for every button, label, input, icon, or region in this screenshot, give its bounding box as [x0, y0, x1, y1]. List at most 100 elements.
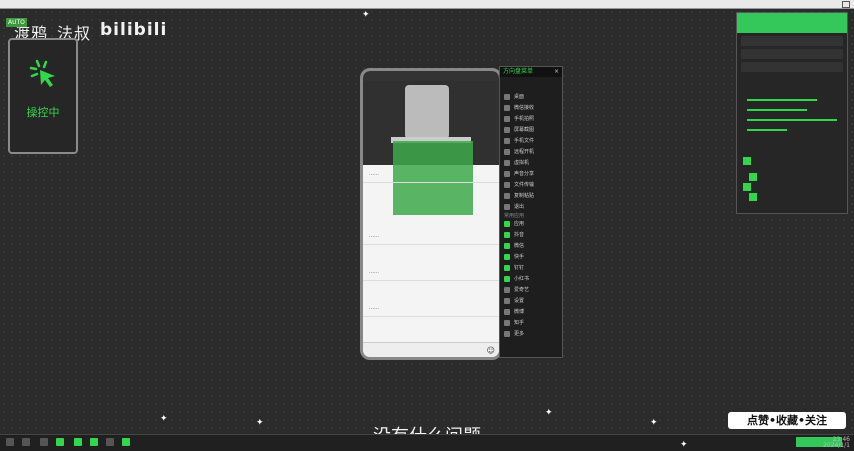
app-icon	[504, 286, 510, 293]
menu-item-label: 退出	[514, 204, 525, 210]
taskbar-app-icon[interactable]	[106, 438, 114, 446]
menu-item[interactable]: 微信接收	[500, 102, 562, 113]
taskbar: 23:46 2024/1/1	[0, 434, 854, 451]
app-icon	[504, 242, 510, 249]
app-item[interactable]: 快手	[500, 251, 562, 262]
settings-row[interactable]	[741, 49, 843, 59]
menu-icon	[504, 159, 510, 166]
side-menu-title: 方向盘菜单 ×	[500, 67, 562, 77]
slider-track[interactable]	[747, 129, 787, 131]
phone-status-bar	[363, 71, 499, 81]
checkbox[interactable]	[743, 157, 751, 165]
app-item[interactable]: 抖音	[500, 229, 562, 240]
close-icon[interactable]: ×	[554, 67, 559, 77]
settings-panel[interactable]	[736, 12, 848, 214]
phone-screen[interactable]: …… …… …… …… ☺	[360, 68, 502, 360]
taskbar-app-icon[interactable]	[40, 438, 48, 446]
menu-icon	[504, 93, 510, 100]
menu-item-label: 手机文件	[514, 138, 535, 144]
like-collect-follow-banner: 点赞•收藏•关注	[728, 412, 846, 429]
window-maximize-button[interactable]	[842, 1, 850, 8]
menu-item[interactable]: 手机文件	[500, 135, 562, 146]
start-icon[interactable]	[6, 438, 14, 446]
settings-row[interactable]	[741, 36, 843, 46]
color-swatch[interactable]	[749, 193, 757, 201]
taskbar-app-icon[interactable]	[122, 438, 130, 446]
taskbar-app-icon[interactable]	[56, 438, 64, 446]
menu-item[interactable]: 文件传输	[500, 179, 562, 190]
video-thumbnail	[405, 85, 449, 139]
menu-item-label: 声音分享	[514, 171, 535, 177]
comment-list[interactable]: …… …… …… ……	[363, 167, 499, 317]
app-label: 更多	[514, 331, 525, 337]
app-item[interactable]: 微信	[500, 240, 562, 251]
taskbar-app-icon[interactable]	[74, 438, 82, 446]
app-label: 微信	[514, 243, 525, 249]
color-swatch[interactable]	[749, 173, 757, 181]
app-item[interactable]: 小红书	[500, 273, 562, 284]
menu-item[interactable]: 声音分享	[500, 168, 562, 179]
app-label: 钉钉	[514, 265, 525, 271]
menu-item[interactable]: 远程开机	[500, 146, 562, 157]
menu-item[interactable]: 退出	[500, 201, 562, 212]
side-menu-title-text: 方向盘菜单	[503, 68, 534, 75]
menu-item[interactable]: 虚拟机	[500, 157, 562, 168]
cursor-click-icon	[29, 59, 55, 87]
menu-icon	[504, 203, 510, 210]
app-icon	[504, 297, 510, 304]
app-item[interactable]: 钉钉	[500, 262, 562, 273]
app-label: 爱奇艺	[514, 287, 530, 293]
menu-item[interactable]: 手机拍照	[500, 113, 562, 124]
search-icon[interactable]	[22, 438, 30, 446]
app-label: 知乎	[514, 320, 525, 326]
app-item[interactable]: 应用	[500, 218, 562, 229]
menu-icon	[504, 148, 510, 155]
menu-item[interactable]: 屏幕截图	[500, 124, 562, 135]
comment-input-bar[interactable]: ☺	[363, 342, 499, 357]
app-item[interactable]: 知乎	[500, 317, 562, 328]
slider-track[interactable]	[747, 109, 807, 111]
slider-track[interactable]	[747, 99, 817, 101]
control-panel[interactable]: AUTO 操控中	[6, 18, 78, 154]
app-item[interactable]: 微博	[500, 306, 562, 317]
clock-date: 2024/1/1	[823, 442, 850, 449]
menu-item[interactable]: 复制粘贴	[500, 190, 562, 201]
menu-item-label: 虚拟机	[514, 160, 530, 166]
app-label: 抖音	[514, 232, 525, 238]
comment-item[interactable]: ……	[363, 301, 499, 317]
comment-item[interactable]: ……	[363, 167, 499, 183]
sparkle-icon: ✦	[650, 418, 658, 428]
app-item[interactable]: 设置	[500, 295, 562, 306]
bilibili-logo: bilibili	[100, 20, 168, 40]
sparkle-icon: ✦	[256, 418, 264, 428]
sparkle-icon: ✦	[362, 10, 370, 20]
app-label: 设置	[514, 298, 525, 304]
settings-row[interactable]	[741, 62, 843, 72]
system-clock: 23:46 2024/1/1	[823, 437, 850, 449]
side-menu-panel[interactable]: 方向盘菜单 × 桌面 微信接收 手机拍照 屏幕截图 手机文件 远程开机 虚拟机 …	[499, 66, 563, 358]
menu-item-label: 文件传输	[514, 182, 535, 188]
app-icon	[504, 275, 510, 282]
emoji-icon[interactable]: ☺	[487, 346, 495, 355]
slider-track[interactable]	[747, 119, 837, 121]
taskbar-app-icon[interactable]	[90, 438, 98, 446]
settings-header	[737, 13, 847, 33]
checkbox[interactable]	[743, 183, 751, 191]
app-icon	[504, 264, 510, 271]
app-icon	[504, 253, 510, 260]
window-title-bar	[0, 0, 854, 9]
comment-item[interactable]: ……	[363, 229, 499, 245]
menu-item[interactable]: 桌面	[500, 91, 562, 102]
menu-item-label: 屏幕截图	[514, 127, 535, 133]
app-icon	[504, 319, 510, 326]
comment-item[interactable]: ……	[363, 265, 499, 281]
auto-badge: AUTO	[6, 18, 27, 27]
control-status: 操控中	[26, 106, 60, 119]
app-item[interactable]: 更多	[500, 328, 562, 339]
sparkle-icon: ✦	[680, 440, 688, 450]
app-item[interactable]: 爱奇艺	[500, 284, 562, 295]
menu-item-label: 手机拍照	[514, 116, 535, 122]
menu-item-label: 远程开机	[514, 149, 535, 155]
menu-item-label: 复制粘贴	[514, 193, 535, 199]
app-icon	[504, 231, 510, 238]
